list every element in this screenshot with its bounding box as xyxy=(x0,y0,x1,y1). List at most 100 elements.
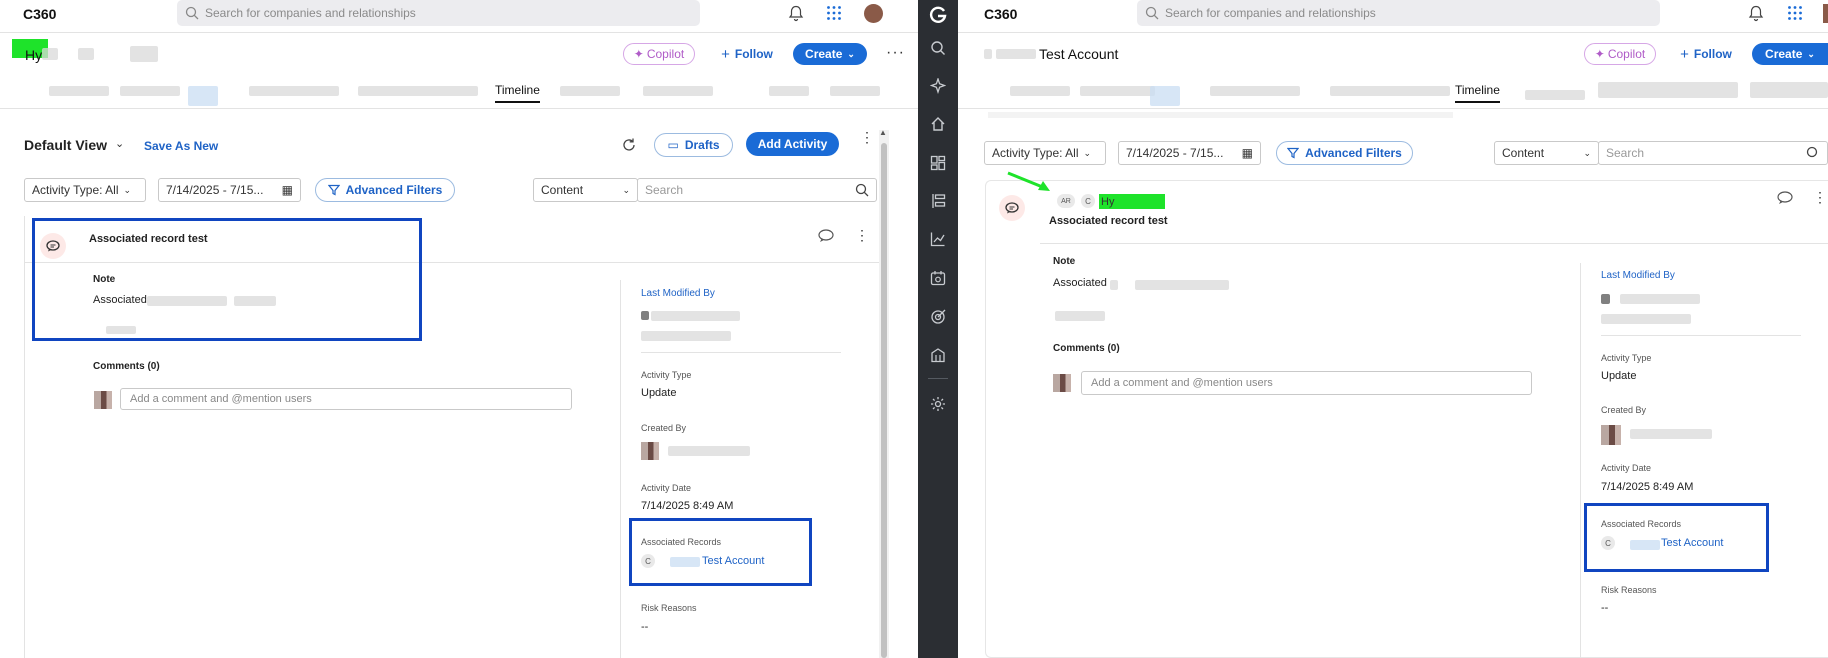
advanced-filters-button[interactable]: Advanced Filters xyxy=(1276,141,1413,165)
scroll-up-icon[interactable]: ▲ xyxy=(879,128,887,137)
note-text: Associated xyxy=(1053,277,1107,289)
timeline-search-input[interactable]: Search xyxy=(1598,141,1828,165)
settings-icon[interactable] xyxy=(930,396,946,412)
risk-reasons-label: Risk Reasons xyxy=(1601,585,1657,595)
risk-reasons-value: -- xyxy=(1601,602,1609,614)
tab-timeline[interactable]: Timeline xyxy=(495,83,540,103)
global-search-input[interactable]: Search for companies and relationships xyxy=(1137,0,1660,26)
risk-reasons-label: Risk Reasons xyxy=(641,603,697,613)
company-name: Test Account xyxy=(1039,46,1119,62)
refresh-icon[interactable] xyxy=(621,137,637,153)
author-badge-c: C xyxy=(1081,194,1095,208)
annotation-highlight-associated-records xyxy=(629,518,812,586)
date-range-filter[interactable]: 7/14/2025 - 7/15... ▦ xyxy=(1118,141,1261,165)
activity-date-label: Activity Date xyxy=(1601,463,1652,473)
comments-label: Comments (0) xyxy=(93,361,160,372)
comment-input[interactable]: Add a comment and @mention users xyxy=(1081,371,1532,395)
global-search-placeholder: Search for companies and relationships xyxy=(1165,6,1376,20)
activity-type-value: Update xyxy=(1601,370,1637,382)
save-as-new-link[interactable]: Save As New xyxy=(144,139,218,153)
calendar-icon: ▦ xyxy=(1241,146,1253,160)
activity-type-filter[interactable]: Activity Type: All ⌄ xyxy=(984,141,1106,165)
comment-input[interactable]: Add a comment and @mention users xyxy=(120,388,572,410)
risk-reasons-value: -- xyxy=(641,621,649,633)
company-name: Hy xyxy=(25,47,43,63)
annotation-arrow-icon xyxy=(1007,171,1050,191)
dashboard-icon[interactable] xyxy=(930,155,946,171)
created-by-label: Created By xyxy=(1601,405,1647,415)
last-modified-by-label: Last Modified By xyxy=(1601,270,1675,281)
home-icon[interactable] xyxy=(930,116,946,132)
screenshot-root: C360 Search for companies and relationsh… xyxy=(0,0,1828,658)
gainsight-logo-icon[interactable] xyxy=(929,6,947,24)
app-title: C360 xyxy=(23,6,57,22)
create-button[interactable]: Create ⌄ xyxy=(1752,43,1828,65)
activity-date-value: 7/14/2025 8:49 AM xyxy=(1601,481,1694,493)
search-icon xyxy=(185,6,199,20)
timeline-search-input[interactable]: Search xyxy=(637,178,877,202)
target-icon[interactable] xyxy=(930,309,946,325)
view-dropdown-chevron-icon[interactable]: ⌄ xyxy=(115,137,124,150)
search-icon[interactable] xyxy=(930,40,946,56)
created-by-label: Created By xyxy=(641,423,687,433)
timeline-icon[interactable] xyxy=(930,193,946,209)
analytics-icon[interactable] xyxy=(930,231,946,247)
content-select[interactable]: Content ⌄ xyxy=(533,178,638,202)
left-navigation-sidebar xyxy=(918,0,958,658)
view-name: Default View xyxy=(24,137,107,153)
comments-label: Comments (0) xyxy=(1053,343,1120,354)
activity-title[interactable]: Associated record test xyxy=(1049,215,1168,227)
bell-icon[interactable] xyxy=(1748,5,1764,22)
filter-icon xyxy=(327,184,340,196)
author-badge-ar: AR xyxy=(1057,194,1075,208)
activity-kebab-icon[interactable]: ⋮ xyxy=(1813,189,1827,206)
comment-icon[interactable] xyxy=(1777,191,1793,205)
building-icon[interactable] xyxy=(930,347,946,363)
create-button[interactable]: Create ⌄ xyxy=(793,43,867,65)
follow-button[interactable]: + Follow xyxy=(717,43,777,65)
current-user-avatar xyxy=(1053,374,1071,392)
author-name: Hy xyxy=(1101,196,1115,208)
calendar-icon[interactable] xyxy=(930,270,946,286)
activity-type-filter[interactable]: Activity Type: All ⌄ xyxy=(24,178,146,202)
activity-date-label: Activity Date xyxy=(641,483,692,493)
update-chat-icon xyxy=(1005,202,1019,214)
global-search-input[interactable]: Search for companies and relationships xyxy=(177,0,700,26)
drafts-button[interactable]: ▭ Drafts xyxy=(654,133,733,157)
activity-type-label: Activity Type xyxy=(641,370,692,380)
annotation-highlight-activity xyxy=(32,218,422,341)
tab-timeline[interactable]: Timeline xyxy=(1455,83,1500,103)
activity-type-label: Activity Type xyxy=(1601,353,1652,363)
content-select[interactable]: Content ⌄ xyxy=(1494,141,1599,165)
creator-avatar xyxy=(1601,425,1621,445)
activity-type-value: Update xyxy=(641,387,677,399)
calendar-icon: ▦ xyxy=(281,183,293,197)
apps-grid-icon[interactable] xyxy=(1787,5,1803,21)
toolbar-kebab-icon[interactable]: ⋮ xyxy=(860,130,874,144)
scrollbar-thumb[interactable] xyxy=(881,143,887,658)
creator-avatar xyxy=(641,442,659,460)
activity-type-icon xyxy=(999,195,1025,221)
date-range-filter[interactable]: 7/14/2025 - 7/15... ▦ xyxy=(158,178,301,202)
comment-icon[interactable] xyxy=(818,229,834,243)
add-activity-button[interactable]: Add Activity xyxy=(746,132,839,156)
avatar[interactable] xyxy=(1823,4,1828,23)
note-label: Note xyxy=(1053,256,1076,267)
more-options-icon[interactable]: ··· xyxy=(886,44,905,62)
advanced-filters-button[interactable]: Advanced Filters xyxy=(315,178,455,202)
copilot-button[interactable]: ✦ Copilot xyxy=(623,43,695,65)
follow-button[interactable]: + Follow xyxy=(1676,43,1736,65)
apps-grid-icon[interactable] xyxy=(826,5,842,21)
bell-icon[interactable] xyxy=(788,5,804,22)
copilot-button[interactable]: ✦ Copilot xyxy=(1584,43,1656,65)
search-icon xyxy=(1145,6,1159,20)
global-search-placeholder: Search for companies and relationships xyxy=(205,6,416,20)
avatar[interactable] xyxy=(864,4,883,23)
annotation-highlight-associated-records xyxy=(1584,503,1769,572)
last-modified-by-label: Last Modified By xyxy=(641,288,715,299)
search-icon xyxy=(1806,146,1818,158)
sparkle-icon[interactable] xyxy=(930,78,946,94)
activity-kebab-icon[interactable]: ⋮ xyxy=(855,227,869,244)
activity-date-value: 7/14/2025 8:49 AM xyxy=(641,500,734,512)
filter-icon xyxy=(1287,147,1300,159)
